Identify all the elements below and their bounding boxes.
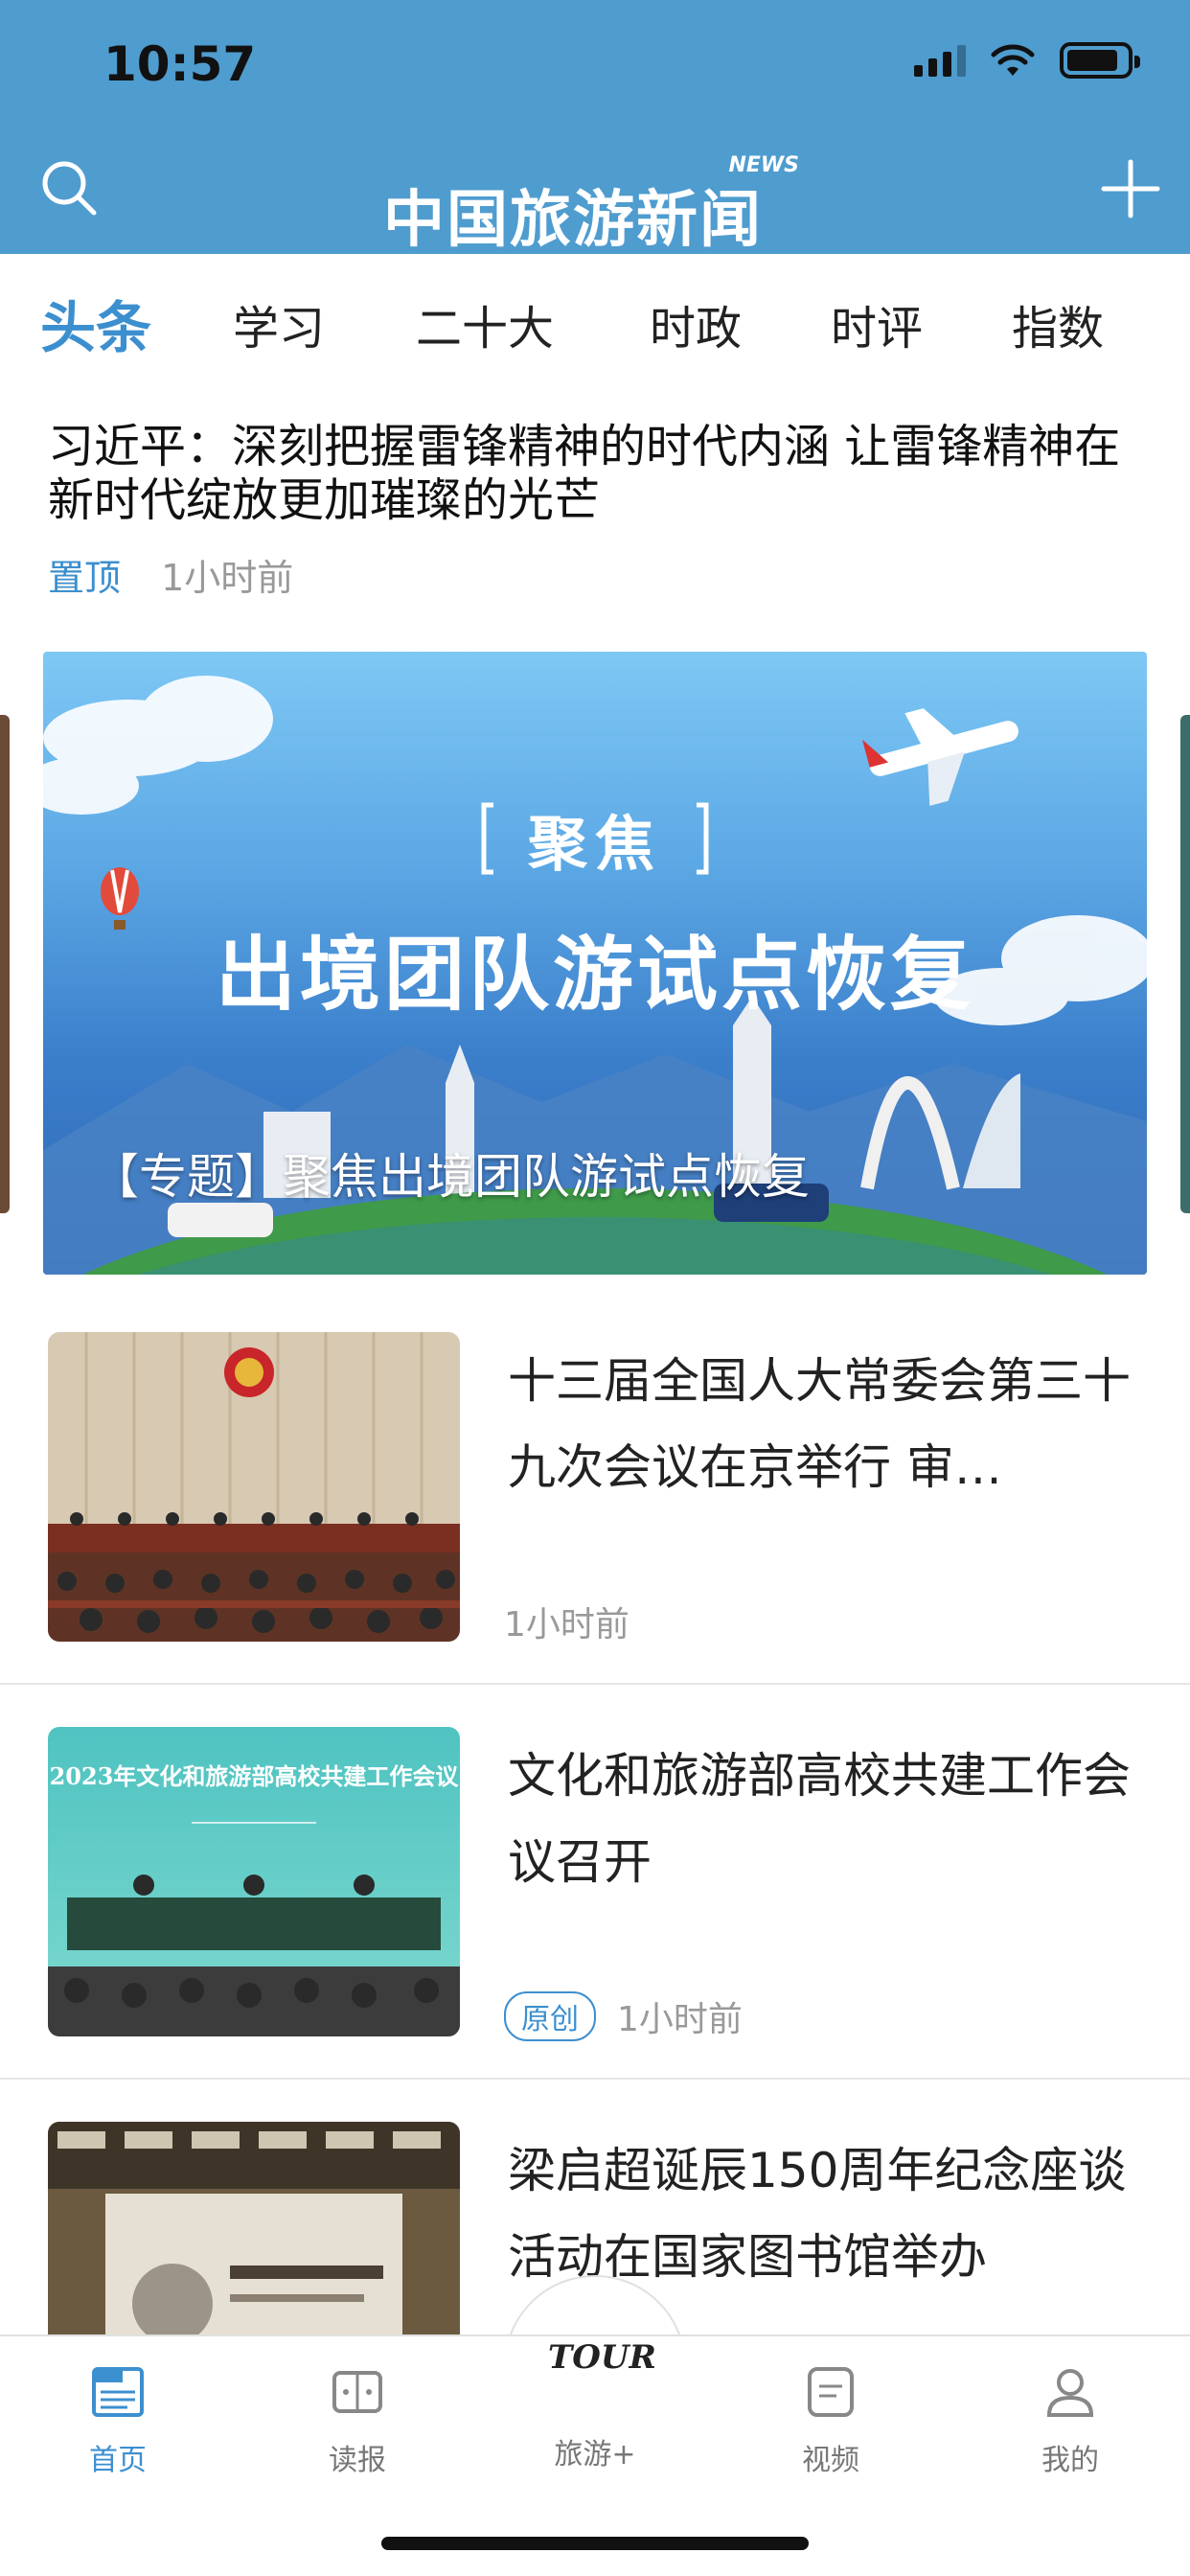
news-title: 十三届全国人大常委会第三十九次会议在京举行 审… [508,1353,1131,1495]
carousel-prev-slide[interactable] [0,715,10,1213]
top-header: 10:57 中国旅游新闻 NEWS [0,0,1190,256]
cellular-signal-icon [914,44,966,77]
banner-headline: 出境团队游试点恢复 [215,928,974,1022]
news-title: 文化和旅游部高校共建工作会议召开 [508,1748,1131,1890]
battery-icon [1060,42,1140,79]
video-icon [808,2367,854,2417]
carousel-next-slide[interactable] [1180,715,1190,1213]
wifi-icon [991,44,1035,76]
nav-reader[interactable]: 读报 [281,2363,434,2478]
search-icon[interactable] [38,157,100,218]
tab-politics[interactable]: 时政 [650,290,742,357]
status-bar: 10:57 [0,0,1190,129]
tab-commentary[interactable]: 时评 [831,290,923,357]
news-title: 梁启超诞辰150周年纪念座谈活动在国家图书馆举办 [508,2143,1127,2285]
tab-20th-congress[interactable]: 二十大 [416,290,554,357]
banner-caption: 【专题】聚焦出境团队游试点恢复 [91,1149,810,1205]
channel-tabs: 头条 学习 二十大 时政 时评 指数 [0,254,1190,388]
nav-mine[interactable]: 我的 [994,2363,1147,2478]
logo-badge: NEWS [728,153,799,177]
newspaper-icon [332,2371,382,2413]
banner-slide[interactable]: 聚焦 出境团队游试点恢复 【专题】聚焦出境团队游试点恢复 [43,652,1147,1275]
pinned-article[interactable]: 习近平：深刻把握雷锋精神的时代内涵 让雷锋精神在新时代绽放更加璀璨的光芒 置顶 … [48,420,1150,601]
nav-video[interactable]: 视频 [754,2363,907,2478]
news-thumbnail: 2023年文化和旅游部高校共建工作会议 [48,1727,460,2036]
tab-headlines[interactable]: 头条 [40,283,151,363]
nav-tour[interactable]: 旅游+ [518,2373,672,2472]
nav-home[interactable]: 首页 [41,2363,195,2478]
banner-carousel[interactable]: 聚焦 出境团队游试点恢复 【专题】聚焦出境团队游试点恢复 [0,648,1190,1275]
news-thumbnail [48,1332,460,1642]
pinned-tag: 置顶 [48,557,122,599]
nav-mine-label: 我的 [1041,2444,1099,2477]
logo-text: 中国旅游新闻 [383,184,763,256]
banner-kicker: 聚焦 [527,809,662,879]
nav-reader-label: 读报 [329,2444,386,2477]
news-item[interactable]: 十三届全国人大常委会第三十九次会议在京举行 审… 1小时前 [0,1290,1190,1685]
nav-home-label: 首页 [89,2444,147,2477]
news-item[interactable]: 2023年文化和旅游部高校共建工作会议 文化和旅游部高校共建工作会议召开 原创 … [0,1685,1190,2080]
news-icon [92,2367,144,2417]
tour-logo[interactable]: TOUR [548,2338,656,2377]
tab-index[interactable]: 指数 [1012,290,1104,357]
nav-tour-label: 旅游+ [554,2438,636,2472]
user-icon [1046,2369,1094,2417]
status-time: 10:57 [103,36,257,92]
nav-video-label: 视频 [802,2444,859,2477]
tab-study[interactable]: 学习 [233,290,325,357]
pinned-title: 习近平：深刻把握雷锋精神的时代内涵 让雷锋精神在新时代绽放更加璀璨的光芒 [48,420,1121,527]
home-indicator[interactable] [381,2537,809,2550]
news-time: 1小时前 [617,2000,743,2039]
add-icon[interactable] [1100,158,1161,219]
thumbnail-caption: 2023年文化和旅游部高校共建工作会议 [50,1762,460,1790]
app-screen: 10:57 中国旅游新闻 NEWS 头条 学习 二十大 时政 时评 指数 习近平… [0,0,1190,2576]
app-logo: 中国旅游新闻 NEWS [383,153,805,256]
news-time: 1小时前 [504,1605,629,1644]
pinned-time: 1小时前 [161,557,294,599]
original-badge: 原创 [504,1991,596,2041]
